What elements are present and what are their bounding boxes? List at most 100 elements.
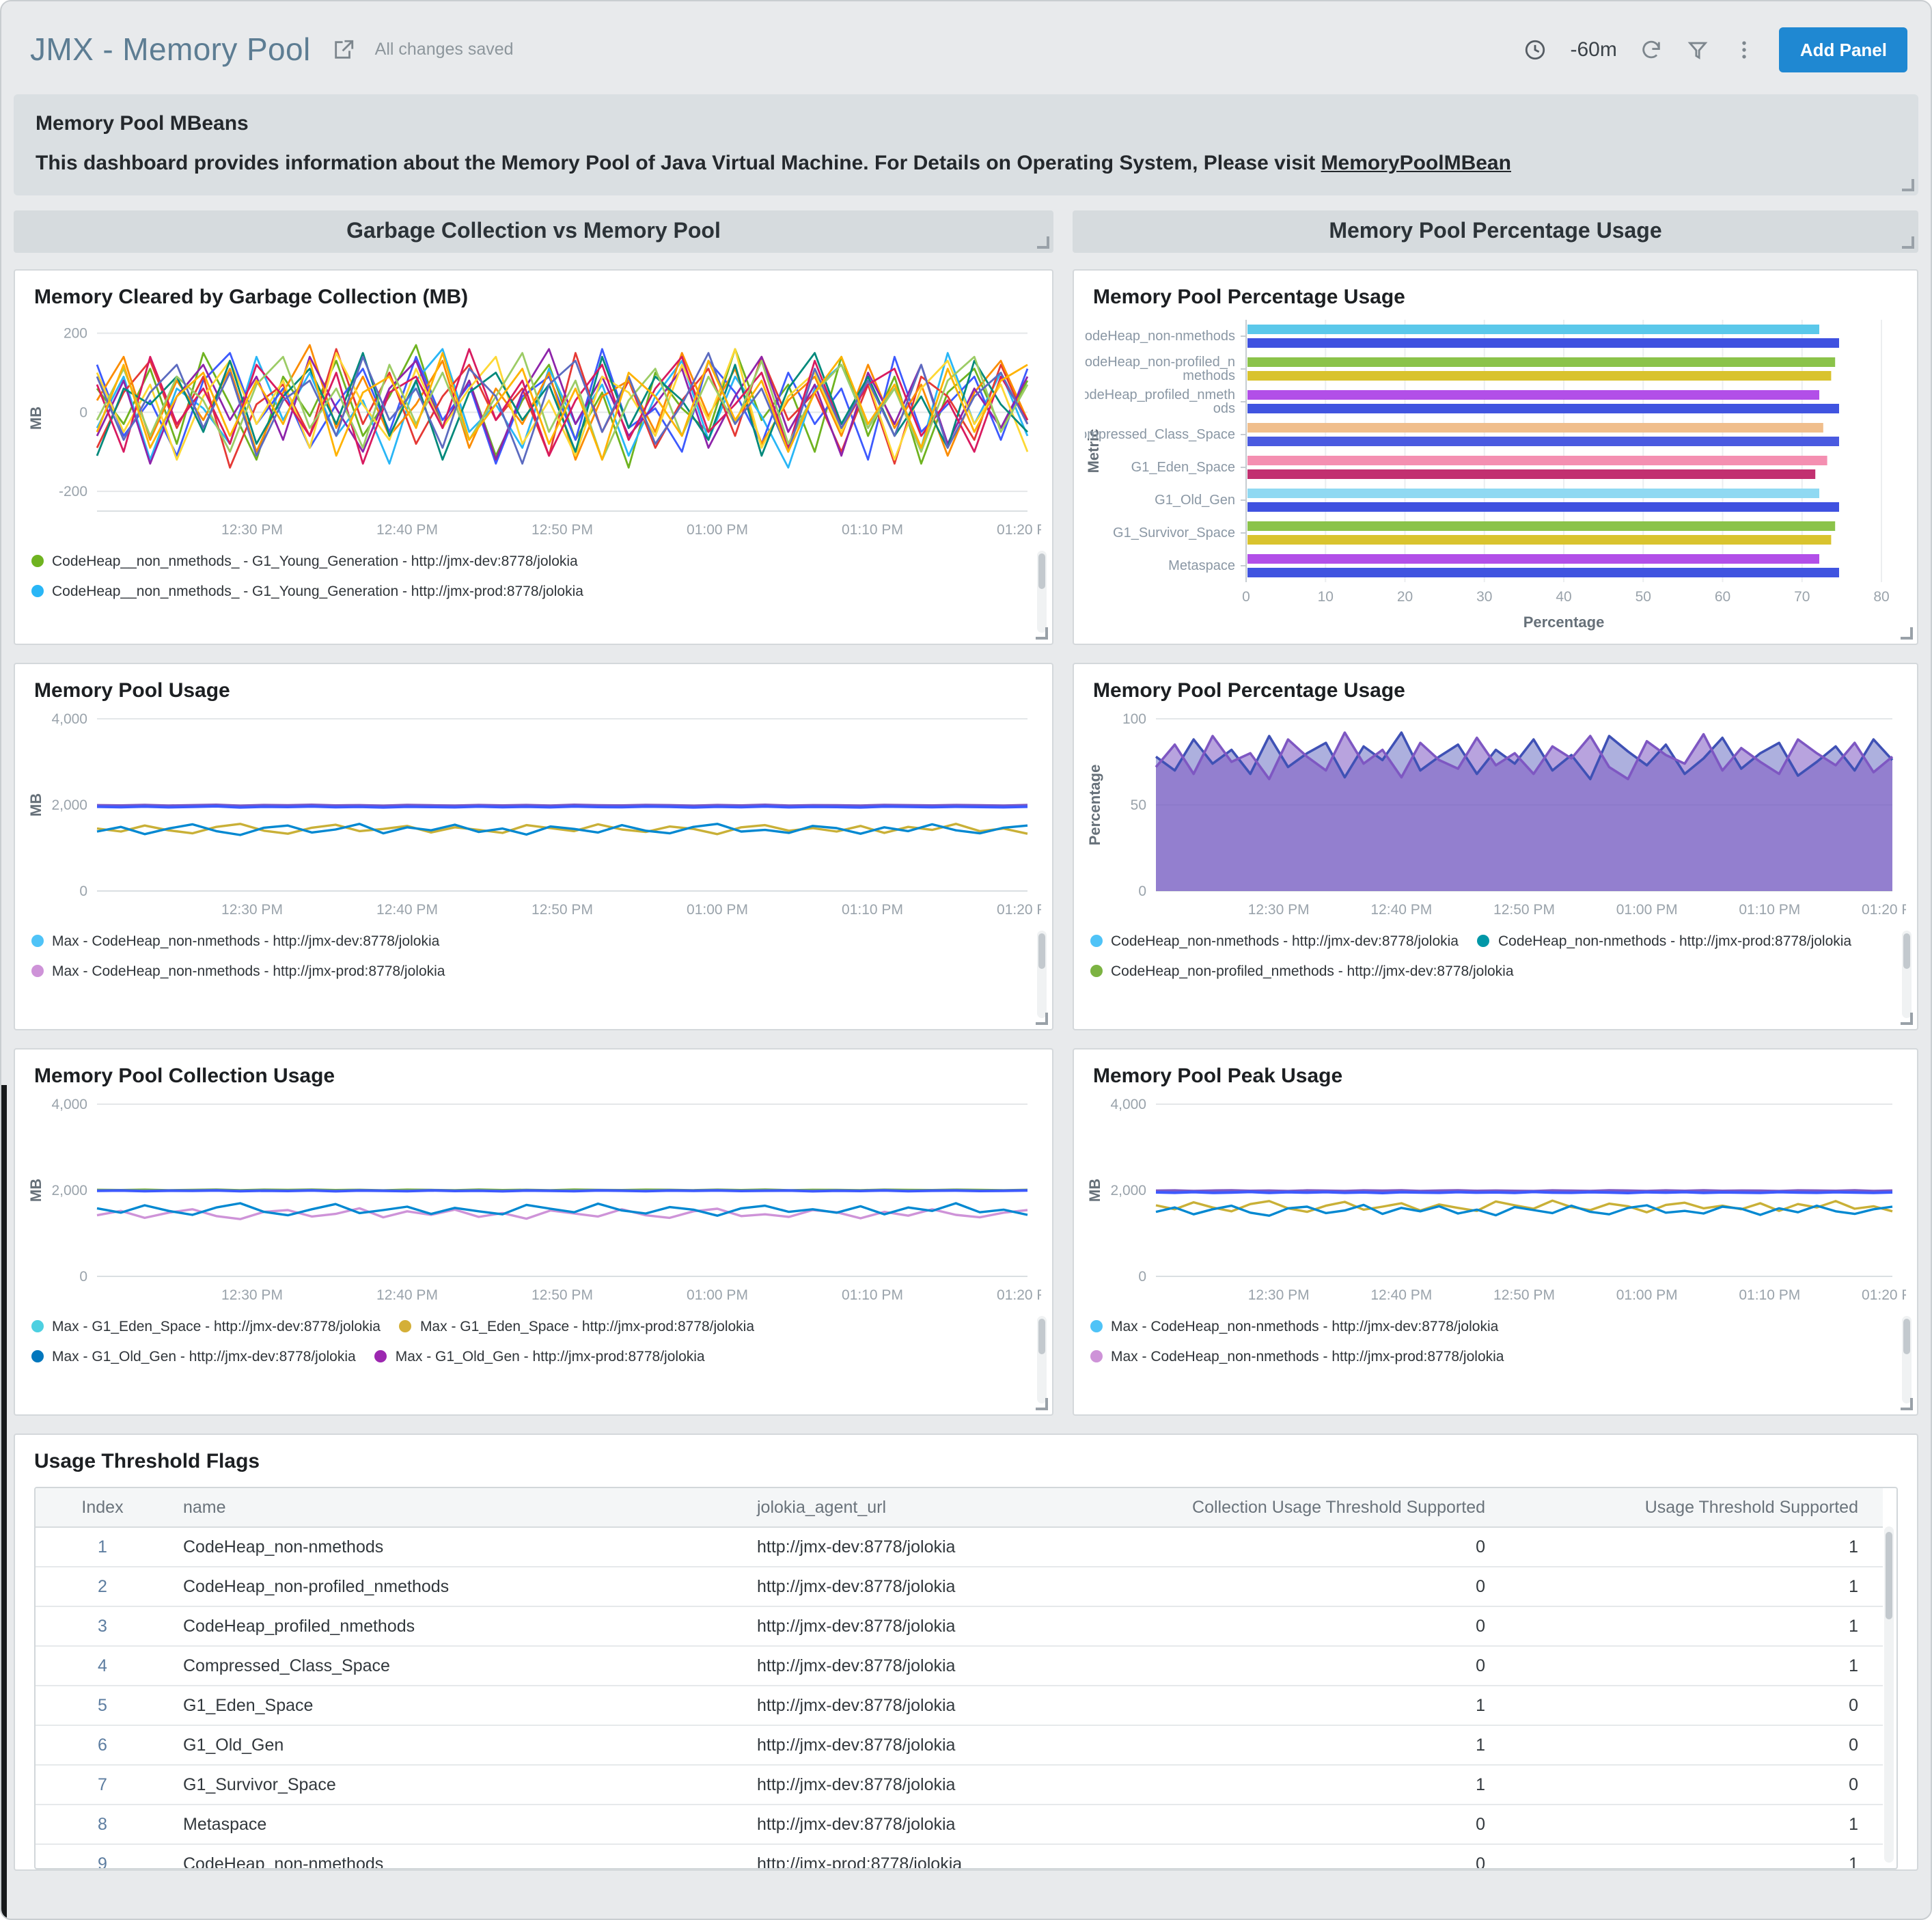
scrollbar-thumb[interactable] [1038, 933, 1045, 969]
legend-label: Max - CodeHeap_non-nmethods - http://jmx… [1111, 1349, 1504, 1367]
legend-item[interactable]: CodeHeap__non_nmethods_ - G1_Young_Gener… [31, 584, 1003, 601]
legend-item[interactable]: Max - CodeHeap_non-nmethods - http://jmx… [31, 933, 1003, 951]
section-header-memory-pool-pct[interactable]: Memory Pool Percentage Usage [1073, 210, 1918, 253]
svg-text:01:20 PM: 01:20 PM [1862, 902, 1906, 918]
scrollbar-thumb[interactable] [1903, 1319, 1910, 1354]
time-range-selector[interactable]: -60m [1570, 38, 1616, 61]
legend-item[interactable]: Max - G1_Eden_Space - http://jmx-prod:87… [400, 1319, 754, 1336]
filter-icon[interactable] [1687, 38, 1710, 61]
panel-title: Usage Threshold Flags [34, 1450, 260, 1473]
panel-memory-pool-pct-area: Memory Pool Percentage Usage 05010012:30… [1073, 663, 1918, 1030]
table-cell: http://jmx-dev:8778/jolokia [743, 1646, 1075, 1686]
table-cell: 5 [36, 1686, 169, 1725]
legend-item[interactable]: Max - G1_Eden_Space - http://jmx-dev:877… [31, 1319, 381, 1336]
refresh-icon[interactable] [1640, 38, 1664, 61]
legend-item[interactable]: Max - CodeHeap_non-nmethods - http://jmx… [31, 963, 1003, 981]
scrollbar-thumb[interactable] [1903, 933, 1910, 969]
legend-area: CodeHeap__non_nmethods_ - G1_Young_Gener… [15, 544, 1052, 644]
text-panel-body: This dashboard provides information abou… [36, 152, 1896, 175]
table-cell: http://jmx-dev:8778/jolokia [743, 1527, 1075, 1567]
kebab-menu-icon[interactable] [1733, 38, 1756, 61]
section-header-gc-vs-memory-pool[interactable]: Garbage Collection vs Memory Pool [14, 210, 1053, 253]
svg-text:12:40 PM: 12:40 PM [376, 522, 438, 538]
usage-table-header[interactable]: Index [36, 1488, 169, 1527]
legend-label: Max - G1_Old_Gen - http://jmx-prod:8778/… [396, 1349, 705, 1367]
legend-scrollbar[interactable] [1902, 931, 1912, 1018]
chart-legend: CodeHeap__non_nmethods_ - G1_Young_Gener… [31, 553, 1022, 614]
legend-area: Max - G1_Eden_Space - http://jmx-dev:877… [15, 1309, 1052, 1414]
table-cell: CodeHeap_non-nmethods [169, 1844, 743, 1869]
resize-handle[interactable] [1036, 1013, 1048, 1025]
scrollbar-thumb[interactable] [1038, 1319, 1045, 1354]
legend-scrollbar[interactable] [1037, 551, 1047, 633]
gc-line-chart[interactable]: -200020012:30 PM12:40 PM12:50 PM01:00 PM… [26, 314, 1041, 544]
svg-text:CodeHeap_non-profiled_n: CodeHeap_non-profiled_n [1085, 355, 1235, 370]
resize-handle[interactable] [1901, 1013, 1913, 1025]
table-cell: 1 [1537, 1606, 1883, 1646]
legend-item[interactable]: Max - CodeHeap_non-nmethods - http://jmx… [1090, 1349, 1868, 1367]
svg-text:50: 50 [1636, 589, 1651, 605]
text-panel: Memory Pool MBeans This dashboard provid… [14, 94, 1918, 195]
panel-title: Memory Pool Collection Usage [34, 1065, 335, 1088]
panel-title: Memory Pool Percentage Usage [1093, 679, 1405, 702]
svg-text:12:40 PM: 12:40 PM [376, 1287, 438, 1303]
memory-pool-peak-usage-chart[interactable]: 02,0004,00012:30 PM12:40 PM12:50 PM01:00… [1085, 1093, 1906, 1309]
table-cell: 6 [36, 1725, 169, 1765]
add-panel-button[interactable]: Add Panel [1780, 27, 1907, 72]
legend-item[interactable]: CodeHeap__non_nmethods_ - G1_Young_Gener… [31, 553, 1003, 571]
memory-pool-mbean-link[interactable]: MemoryPoolMBean [1321, 152, 1511, 175]
memory-pool-collection-usage-chart[interactable]: 02,0004,00012:30 PM12:40 PM12:50 PM01:00… [26, 1093, 1041, 1309]
scrollbar-thumb[interactable] [1038, 553, 1045, 589]
legend-item[interactable]: CodeHeap_non-nmethods - http://jmx-prod:… [1478, 933, 1851, 951]
table-cell: 0 [1537, 1686, 1883, 1725]
legend-scrollbar[interactable] [1902, 1316, 1912, 1403]
resize-handle[interactable] [1902, 179, 1914, 191]
table-cell: 7 [36, 1765, 169, 1805]
resize-handle[interactable] [1037, 236, 1049, 249]
legend-scrollbar[interactable] [1037, 931, 1047, 1018]
svg-text:MB: MB [27, 1179, 44, 1202]
chart-legend: CodeHeap_non-nmethods - http://jmx-dev:8… [1090, 933, 1887, 993]
resize-handle[interactable] [1036, 627, 1048, 640]
table-cell: 0 [1537, 1725, 1883, 1765]
usage-table-header[interactable]: name [169, 1488, 743, 1527]
save-status: All changes saved [375, 40, 514, 59]
resize-handle[interactable] [1036, 1398, 1048, 1410]
legend-label: Max - CodeHeap_non-nmethods - http://jmx… [52, 933, 439, 951]
svg-text:0: 0 [79, 883, 87, 899]
scrollbar-thumb[interactable] [1886, 1532, 1892, 1619]
legend-item[interactable]: CodeHeap_non-profiled_nmethods - http://… [1090, 963, 1514, 981]
legend-item[interactable]: Max - CodeHeap_non-nmethods - http://jmx… [1090, 1319, 1868, 1336]
resize-handle[interactable] [1901, 1398, 1913, 1410]
table-cell: CodeHeap_non-nmethods [169, 1527, 743, 1567]
legend-item[interactable]: Max - G1_Old_Gen - http://jmx-dev:8778/j… [31, 1349, 356, 1367]
resize-handle[interactable] [1901, 627, 1913, 640]
table-cell: 1 [1537, 1646, 1883, 1686]
table-cell: CodeHeap_profiled_nmethods [169, 1606, 743, 1646]
legend-label: Max - G1_Eden_Space - http://jmx-prod:87… [420, 1319, 754, 1336]
chart-legend: Max - CodeHeap_non-nmethods - http://jmx… [31, 933, 1022, 993]
dashboard-title: JMX - Memory Pool [30, 31, 311, 68]
resize-handle[interactable] [1902, 236, 1914, 249]
usage-table-header[interactable]: Usage Threshold Supported [1537, 1488, 1883, 1527]
table-row: 3CodeHeap_profiled_nmethodshttp://jmx-de… [36, 1606, 1883, 1646]
table-cell: http://jmx-dev:8778/jolokia [743, 1805, 1075, 1844]
legend-item[interactable]: CodeHeap_non-nmethods - http://jmx-dev:8… [1090, 933, 1459, 951]
svg-text:01:10 PM: 01:10 PM [842, 1287, 903, 1303]
svg-text:12:50 PM: 12:50 PM [532, 902, 593, 918]
legend-scrollbar[interactable] [1037, 1316, 1047, 1403]
table-scrollbar[interactable] [1884, 1526, 1894, 1863]
time-history-icon[interactable] [1523, 38, 1547, 61]
chart-legend: Max - G1_Eden_Space - http://jmx-dev:877… [31, 1319, 1022, 1379]
usage-table-header[interactable]: jolokia_agent_url [743, 1488, 1075, 1527]
memory-pool-usage-chart[interactable]: 02,0004,00012:30 PM12:40 PM12:50 PM01:00… [26, 708, 1041, 924]
table-cell: http://jmx-dev:8778/jolokia [743, 1686, 1075, 1725]
usage-table-header[interactable]: Collection Usage Threshold Supported [1075, 1488, 1537, 1527]
legend-item[interactable]: Max - G1_Old_Gen - http://jmx-prod:8778/… [375, 1349, 705, 1367]
memory-pool-pct-bar-chart[interactable]: 01020304050607080PercentageMetricCodeHea… [1085, 314, 1906, 634]
panel-title: Memory Pool Peak Usage [1093, 1065, 1342, 1088]
share-icon[interactable] [333, 38, 356, 61]
table-cell: http://jmx-dev:8778/jolokia [743, 1567, 1075, 1606]
table-cell: 0 [1075, 1646, 1537, 1686]
memory-pool-pct-area-chart[interactable]: 05010012:30 PM12:40 PM12:50 PM01:00 PM01… [1085, 708, 1906, 924]
